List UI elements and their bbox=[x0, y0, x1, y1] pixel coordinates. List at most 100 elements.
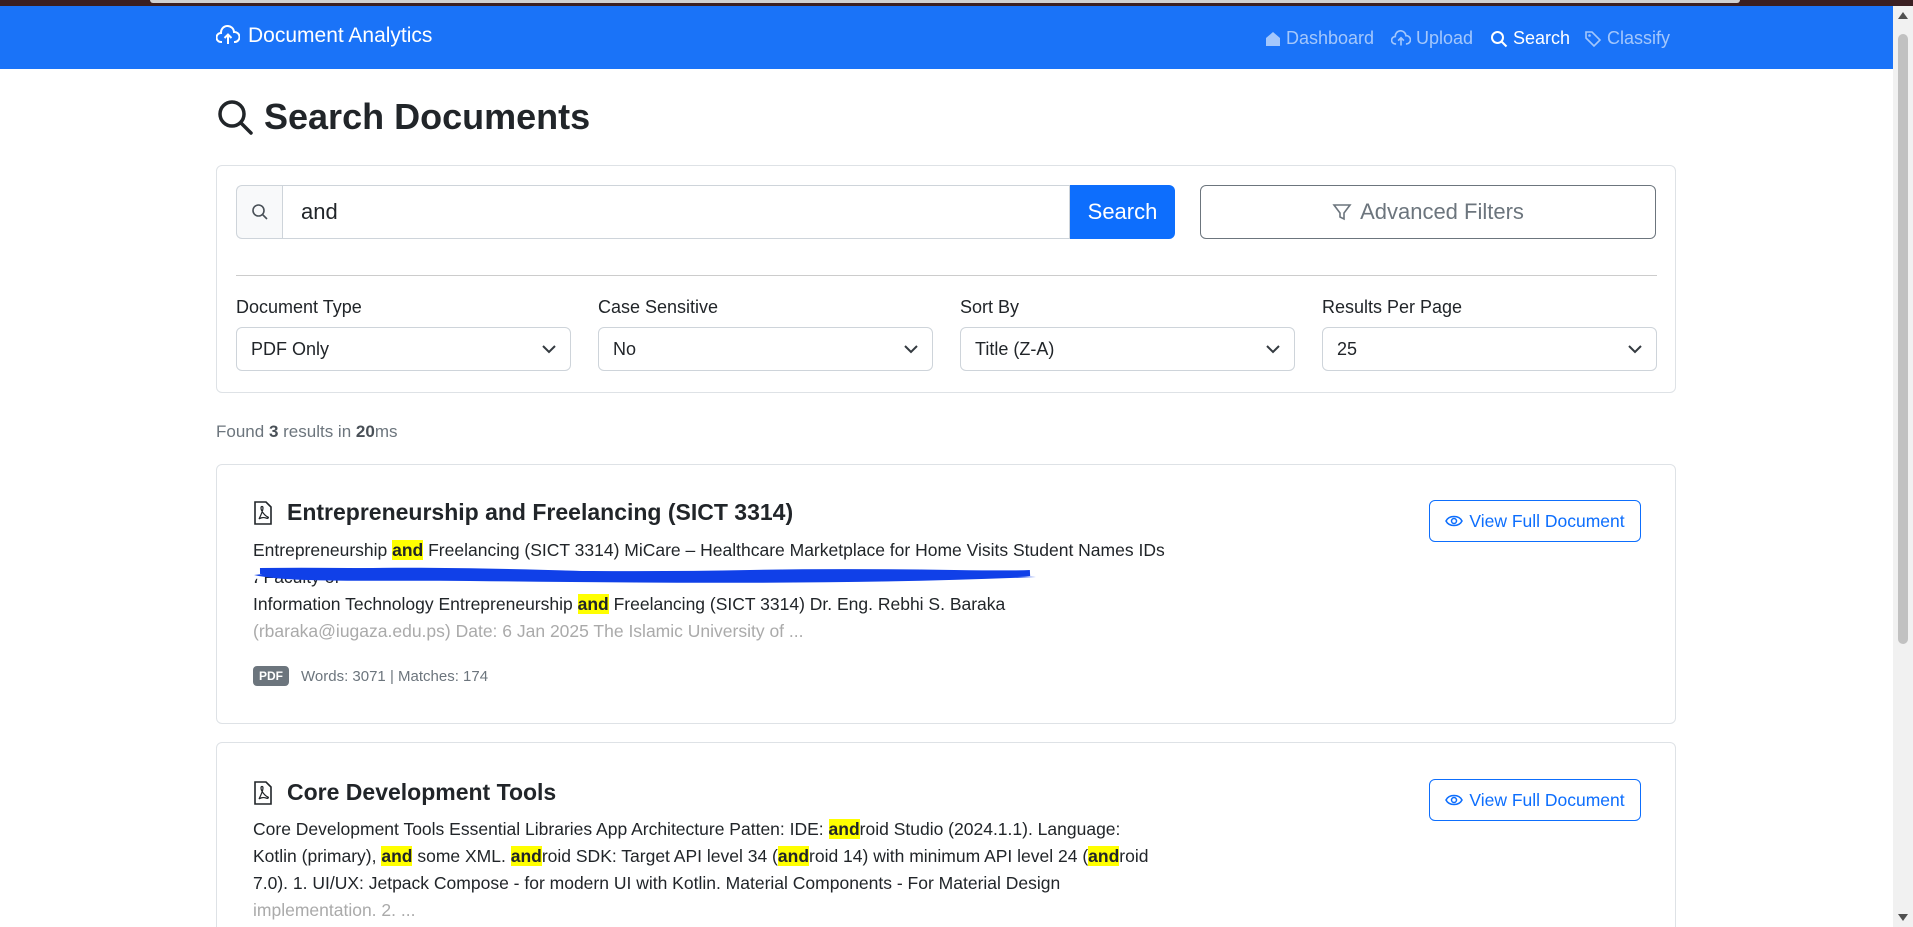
snippet-text: roid 14) with minimum API level 24 ( bbox=[809, 846, 1089, 866]
snippet-text: Entrepreneurship bbox=[253, 540, 393, 560]
document-type-select[interactable]: PDF Only bbox=[236, 327, 571, 371]
result-title-text: Core Development Tools bbox=[287, 779, 557, 805]
search-icon bbox=[1491, 30, 1508, 47]
snippet-text: roid Studio (2024.1.1). Language: bbox=[859, 819, 1121, 839]
search-button[interactable]: Search bbox=[1070, 185, 1175, 239]
result-title-text: Entrepreneurship and Freelancing (SICT 3… bbox=[287, 499, 794, 525]
nav-search-label: Search bbox=[1513, 28, 1571, 48]
select-value: No bbox=[613, 338, 637, 359]
snippet-text: roid SDK: Target API level 34 ( bbox=[541, 846, 778, 866]
search-prepend bbox=[236, 185, 282, 239]
view-full-document-button[interactable]: View Full Document bbox=[1429, 500, 1641, 542]
snippet-text: ، Faculty of bbox=[253, 567, 340, 587]
search-input[interactable] bbox=[282, 185, 1070, 239]
search-highlight: and bbox=[510, 846, 542, 866]
cloud-upload-icon bbox=[1391, 29, 1411, 46]
nav-search[interactable]: Search bbox=[1490, 28, 1570, 49]
chevron-down-icon bbox=[542, 345, 556, 354]
filter-sort-by: Sort By Title (Z-A) bbox=[960, 297, 1295, 371]
scrollbar-thumb[interactable] bbox=[1898, 34, 1908, 644]
view-full-document-label: View Full Document bbox=[1469, 789, 1625, 810]
search-highlight: and bbox=[1088, 846, 1120, 866]
view-full-document-label: View Full Document bbox=[1469, 510, 1625, 531]
search-highlight: and bbox=[828, 819, 860, 839]
search-icon bbox=[218, 100, 253, 135]
search-highlight: and bbox=[577, 594, 609, 614]
funnel-icon bbox=[1332, 204, 1352, 221]
advanced-filters-label: Advanced Filters bbox=[1360, 199, 1524, 224]
nav-dashboard-label: Dashboard bbox=[1286, 28, 1375, 48]
nav-classify[interactable]: Classify bbox=[1584, 28, 1670, 49]
tag-icon bbox=[1585, 30, 1602, 47]
chevron-down-icon bbox=[904, 345, 918, 354]
advanced-filters-button[interactable]: Advanced Filters bbox=[1200, 185, 1656, 239]
search-card: Search Advanced Filters Document Type PD… bbox=[216, 165, 1676, 393]
nav-upload[interactable]: Upload bbox=[1391, 28, 1473, 49]
file-pdf-icon bbox=[254, 500, 272, 525]
scrollbar[interactable] bbox=[1893, 6, 1913, 927]
scroll-up-arrow[interactable] bbox=[1898, 12, 1908, 19]
result-title[interactable]: Entrepreneurship and Freelancing (SICT 3… bbox=[253, 499, 793, 526]
nav-classify-label: Classify bbox=[1607, 28, 1671, 48]
select-value: Title (Z-A) bbox=[975, 338, 1055, 359]
select-value: PDF Only bbox=[251, 338, 330, 359]
eye-icon bbox=[1445, 515, 1464, 527]
results-count-number: 3 bbox=[268, 422, 279, 441]
result-card: Core Development Tools Core Development … bbox=[216, 742, 1676, 927]
snippet-text: Kotlin (primary), bbox=[253, 846, 382, 866]
brand-label: Document Analytics bbox=[248, 24, 433, 47]
snippet-text: implementation. 2. ... bbox=[253, 900, 416, 920]
brand[interactable]: Document Analytics bbox=[216, 24, 432, 48]
eye-icon bbox=[1445, 794, 1464, 806]
scroll-down-arrow[interactable] bbox=[1898, 914, 1908, 921]
page-title: Search Documents bbox=[216, 96, 590, 138]
nav-upload-label: Upload bbox=[1416, 28, 1474, 48]
snippet-text: Freelancing (SICT 3314) Dr. Eng. Rebhi S… bbox=[608, 594, 1006, 614]
search-icon bbox=[251, 204, 268, 220]
filter-document-type: Document Type PDF Only bbox=[236, 297, 571, 371]
snippet-text: Information Technology Entrepreneurship bbox=[253, 594, 578, 614]
result-card: Entrepreneurship and Freelancing (SICT 3… bbox=[216, 464, 1676, 724]
navbar: Document Analytics Dashboard Upload Sear… bbox=[0, 6, 1893, 69]
file-type-badge: PDF bbox=[253, 666, 289, 686]
select-value: 25 bbox=[1337, 338, 1358, 359]
house-icon bbox=[1266, 31, 1280, 46]
chevron-down-icon bbox=[1266, 345, 1280, 354]
case-sensitive-select[interactable]: No bbox=[598, 327, 933, 371]
result-snippet: Core Development Tools Essential Librari… bbox=[253, 816, 1173, 924]
page-title-text: Search Documents bbox=[264, 96, 591, 137]
result-title[interactable]: Core Development Tools bbox=[253, 779, 556, 806]
search-highlight: and bbox=[381, 846, 413, 866]
view-full-document-button[interactable]: View Full Document bbox=[1429, 779, 1641, 821]
snippet-text: 7.0). 1. UI/UX: Jetpack Compose - for mo… bbox=[253, 873, 1061, 893]
result-meta: PDF Words: 3071 | Matches: 174 bbox=[253, 666, 488, 686]
results-prefix: Found bbox=[216, 422, 265, 441]
sort-by-select[interactable]: Title (Z-A) bbox=[960, 327, 1295, 371]
result-snippet: Entrepreneurship and Freelancing (SICT 3… bbox=[253, 537, 1173, 645]
filter-label: Sort By bbox=[960, 297, 1020, 317]
results-middle: results in bbox=[283, 422, 352, 441]
nav-dashboard[interactable]: Dashboard bbox=[1265, 28, 1374, 49]
results-unit: ms bbox=[374, 422, 398, 441]
file-pdf-icon bbox=[254, 780, 272, 805]
filter-label: Case Sensitive bbox=[598, 297, 719, 317]
snippet-text: some XML. bbox=[412, 846, 511, 866]
divider bbox=[236, 275, 1657, 276]
snippet-text: Freelancing (SICT 3314) MiCare – Healthc… bbox=[423, 540, 1165, 560]
filter-label: Document Type bbox=[236, 297, 362, 317]
snippet-text: (rbaraka@iugaza.edu.ps) Date: 6 Jan 2025… bbox=[253, 621, 804, 641]
filter-results-per-page: Results Per Page 25 bbox=[1322, 297, 1657, 371]
results-per-page-select[interactable]: 25 bbox=[1322, 327, 1657, 371]
results-count: Found 3 results in 20ms bbox=[216, 422, 398, 442]
results-time: 20 bbox=[355, 422, 375, 441]
snippet-text: Core Development Tools Essential Librari… bbox=[253, 819, 829, 839]
cloud-upload-icon bbox=[216, 25, 240, 44]
chevron-down-icon bbox=[1628, 345, 1642, 354]
search-highlight: and bbox=[777, 846, 810, 866]
snippet-text: roid bbox=[1119, 846, 1149, 866]
search-group: Search bbox=[236, 185, 1175, 239]
filter-case-sensitive: Case Sensitive No bbox=[598, 297, 933, 371]
search-highlight: and bbox=[392, 540, 424, 560]
filter-label: Results Per Page bbox=[1322, 297, 1463, 317]
result-stats: Words: 3071 | Matches: 174 bbox=[301, 667, 489, 685]
